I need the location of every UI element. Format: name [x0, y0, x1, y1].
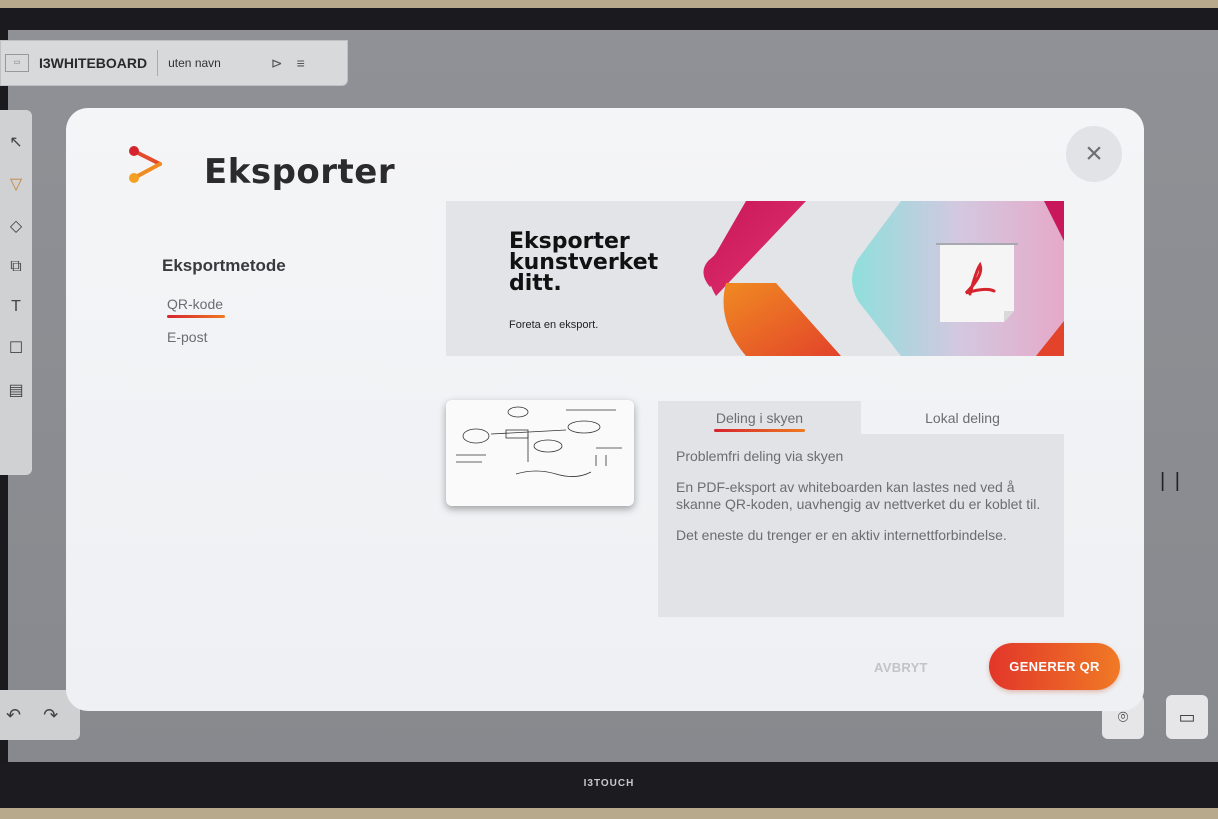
whiteboard-sketch-image: [456, 406, 622, 477]
board-thumbnail-icon[interactable]: ▭: [5, 54, 29, 72]
whiteboard-ink-marks: | |: [1160, 470, 1182, 492]
device-brand: I3TOUCH: [583, 778, 635, 789]
app-header: ▭ I3WHITEBOARD uten navn ⊳ ≡: [0, 40, 348, 86]
cancel-button[interactable]: AVBRYT: [874, 660, 928, 675]
note-icon[interactable]: ☐: [9, 338, 23, 358]
tab-local-share-label: Lokal deling: [925, 409, 1000, 426]
share-icon[interactable]: ⊳: [271, 55, 283, 72]
tab-cloud-share-label: Deling i skyen: [713, 409, 806, 432]
method-option-qr[interactable]: QR-kode: [167, 296, 226, 318]
pen-icon[interactable]: ▽: [10, 174, 22, 194]
shapes-icon[interactable]: ⧉: [10, 258, 21, 276]
share-paragraph-2: Det eneste du trenger er en aktiv intern…: [676, 527, 1007, 543]
generate-qr-button[interactable]: GENERER QR: [989, 643, 1120, 690]
export-dialog: × Eksporter Eksportmetode QR-kode E-post: [66, 108, 1144, 711]
undo-icon[interactable]: ↶: [6, 705, 21, 726]
export-banner: Eksporter kunstverket ditt. Foreta en ek…: [446, 201, 1064, 356]
file-name[interactable]: uten navn: [168, 56, 221, 70]
text-icon[interactable]: T: [11, 298, 21, 316]
header-divider: [157, 50, 159, 76]
export-logo-icon: [129, 146, 162, 183]
banner-subtitle: Foreta en eksport.: [509, 319, 599, 331]
share-heading: Problemfri deling via skyen: [676, 448, 844, 464]
method-option-email[interactable]: E-post: [167, 329, 207, 345]
menu-icon[interactable]: ≡: [297, 55, 305, 72]
app-name: I3WHITEBOARD: [39, 55, 148, 71]
eraser-icon[interactable]: ◇: [10, 216, 22, 236]
left-toolbar: ↖ ▽ ◇ ⧉ T ☐ ▤: [0, 110, 32, 475]
redo-icon[interactable]: ↷: [43, 705, 58, 726]
close-icon[interactable]: ×: [1066, 126, 1122, 182]
pointer-icon[interactable]: ↖: [9, 132, 22, 152]
presentation-icon[interactable]: ▤: [8, 380, 23, 400]
tab-local-share[interactable]: Lokal deling: [861, 401, 1064, 434]
share-tabs: Deling i skyen Lokal deling: [658, 401, 1064, 434]
whiteboard-preview: [446, 400, 634, 506]
banner-title: Eksporter kunstverket ditt.: [509, 229, 659, 296]
export-method-heading: Eksportmetode: [162, 256, 286, 275]
folder-icon[interactable]: ▭: [1166, 695, 1208, 739]
share-description-panel: Problemfri deling via skyen En PDF-ekspo…: [658, 434, 1064, 617]
share-paragraph-1: En PDF-eksport av whiteboarden kan laste…: [676, 479, 1041, 512]
tab-cloud-share[interactable]: Deling i skyen: [658, 401, 861, 434]
dialog-title: Eksporter: [204, 152, 396, 192]
